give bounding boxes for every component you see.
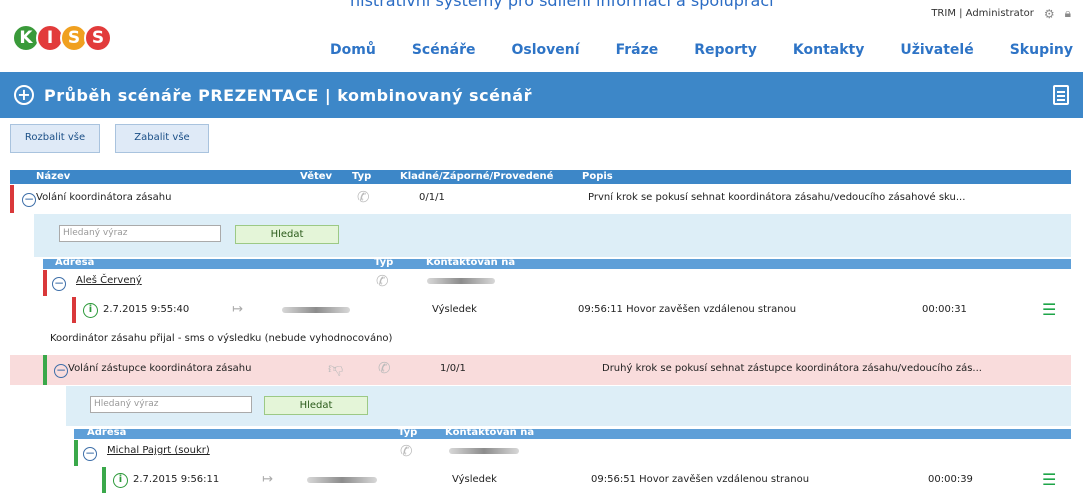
document-icon[interactable] bbox=[1053, 85, 1069, 105]
redirect-icon: ↦ bbox=[262, 472, 273, 487]
result-text: 09:56:51 Hovor zavěšen vzdálenou stranou bbox=[591, 474, 810, 485]
col-stats: Kladné/Záporné/Provedené bbox=[400, 171, 554, 182]
redacted-number bbox=[427, 278, 495, 284]
search-button[interactable]: Hledat bbox=[264, 396, 368, 415]
redacted-number bbox=[282, 307, 350, 313]
contact-name-link[interactable]: Michal Pajgrt (soukr) bbox=[107, 445, 210, 456]
redacted-number bbox=[449, 448, 519, 454]
thumbs-down-icon: 👎︎ bbox=[328, 359, 344, 377]
nav-home[interactable]: Domů bbox=[330, 42, 376, 58]
note-text: Koordinátor zásahu přijal - sms o výsled… bbox=[50, 333, 393, 344]
collapse-icon[interactable]: − bbox=[83, 447, 97, 461]
nav-groups[interactable]: Skupiny bbox=[1010, 42, 1073, 58]
page-title-bar: + Průběh scénáře PREZENTACE | kombinovan… bbox=[0, 72, 1083, 118]
col-type: Typ bbox=[374, 257, 394, 268]
status-bar bbox=[43, 355, 47, 385]
nav-reports[interactable]: Reporty bbox=[694, 42, 757, 58]
top-banner-text: nistrativní systémy pro sdílení informac… bbox=[350, 0, 774, 10]
nav-scenarios[interactable]: Scénáře bbox=[412, 42, 476, 58]
duration: 00:00:39 bbox=[928, 474, 973, 485]
search-input[interactable]: Hledaný výraz bbox=[90, 396, 252, 413]
result-text: 09:56:11 Hovor zavěšen vzdálenou stranou bbox=[578, 304, 797, 315]
expand-all-button[interactable]: Rozbalit vše bbox=[10, 124, 100, 153]
add-icon[interactable]: + bbox=[14, 85, 34, 105]
contact-header: Adresa Typ Kontaktován na bbox=[74, 427, 1071, 439]
status-bar bbox=[43, 270, 47, 296]
col-branch: Větev bbox=[300, 171, 333, 182]
list-icon[interactable]: ☰ bbox=[1042, 470, 1056, 489]
search-panel: Hledaný výraz Hledat bbox=[34, 214, 1071, 257]
logo-letter-s2: S bbox=[84, 24, 112, 52]
list-icon[interactable]: ☰ bbox=[1042, 300, 1056, 319]
result-label: Výsledek bbox=[432, 304, 477, 315]
search-button[interactable]: Hledat bbox=[235, 225, 339, 244]
phone-icon: ✆ bbox=[378, 359, 391, 377]
step-row[interactable]: − Volání koordinátora zásahu ✆ 0/1/1 Prv… bbox=[10, 185, 1071, 213]
attempt-time: 2.7.2015 9:55:40 bbox=[103, 304, 190, 315]
redacted-number bbox=[307, 477, 377, 483]
nav-outreach[interactable]: Oslovení bbox=[512, 42, 580, 58]
col-contacted: Kontaktován na bbox=[426, 257, 516, 268]
page-title: Průběh scénáře PREZENTACE | kombinovaný … bbox=[44, 85, 532, 105]
attempt-row[interactable]: i 2.7.2015 9:55:40 ↦ Výsledek 09:56:11 H… bbox=[72, 297, 1071, 323]
col-address: Adresa bbox=[87, 427, 127, 438]
gear-icon[interactable]: ⚙ bbox=[1044, 7, 1055, 21]
attempt-time: 2.7.2015 9:56:11 bbox=[133, 474, 220, 485]
status-bar bbox=[10, 185, 14, 213]
collapse-icon[interactable]: − bbox=[52, 277, 66, 291]
result-label: Výsledek bbox=[452, 474, 497, 485]
kiss-logo[interactable]: K I S S bbox=[12, 24, 112, 52]
info-icon[interactable]: i bbox=[83, 303, 98, 318]
lock-icon[interactable]: 🔒︎ bbox=[1065, 6, 1071, 21]
collapse-all-button[interactable]: Zabalit vše bbox=[115, 124, 209, 153]
nav-users[interactable]: Uživatelé bbox=[900, 42, 973, 58]
contact-header: Adresa Typ Kontaktován na bbox=[43, 257, 1071, 269]
main-nav: Domů Scénáře Oslovení Fráze Reporty Kont… bbox=[294, 42, 1073, 58]
contact-row[interactable]: − Aleš Červený ✆ bbox=[43, 270, 1071, 296]
result-note: Koordinátor zásahu přijal - sms o výsled… bbox=[10, 326, 1071, 352]
col-type: Typ bbox=[398, 427, 418, 438]
search-panel: Hledaný výraz Hledat bbox=[66, 386, 1071, 426]
status-bar bbox=[72, 297, 76, 323]
user-bar: TRIM | Administrator ⚙ 🔒︎ bbox=[931, 6, 1071, 21]
col-contacted: Kontaktován na bbox=[445, 427, 535, 438]
info-icon[interactable]: i bbox=[113, 473, 128, 488]
col-address: Adresa bbox=[55, 257, 95, 268]
status-bar bbox=[74, 440, 78, 466]
attempt-row[interactable]: i 2.7.2015 9:56:11 ↦ Výsledek 09:56:51 H… bbox=[102, 467, 1071, 493]
nav-phrases[interactable]: Fráze bbox=[616, 42, 659, 58]
col-name: Název bbox=[36, 171, 71, 182]
table-header: Název Větev Typ Kladné/Záporné/Provedené… bbox=[10, 170, 1071, 184]
duration: 00:00:31 bbox=[922, 304, 967, 315]
step-desc: První krok se pokusí sehnat koordinátora… bbox=[588, 192, 966, 203]
step-name: Volání koordinátora zásahu bbox=[36, 192, 172, 203]
col-type: Typ bbox=[352, 171, 372, 182]
step-name: Volání zástupce koordinátora zásahu bbox=[68, 363, 252, 374]
contact-row[interactable]: − Michal Pajgrt (soukr) ✆ bbox=[74, 440, 1071, 466]
phone-icon: ✆ bbox=[357, 188, 370, 206]
step-stats: 0/1/1 bbox=[419, 192, 445, 203]
step-stats: 1/0/1 bbox=[440, 363, 466, 374]
user-label[interactable]: TRIM | Administrator bbox=[931, 8, 1034, 19]
step-desc: Druhý krok se pokusí sehnat zástupce koo… bbox=[602, 363, 982, 374]
collapse-icon[interactable]: − bbox=[54, 364, 68, 378]
collapse-icon[interactable]: − bbox=[22, 193, 36, 207]
phone-icon: ✆ bbox=[400, 442, 413, 460]
step-row[interactable]: − Volání zástupce koordinátora zásahu 👎︎… bbox=[10, 355, 1071, 385]
search-input[interactable]: Hledaný výraz bbox=[59, 225, 221, 242]
redirect-icon: ↦ bbox=[232, 302, 243, 317]
col-desc: Popis bbox=[582, 171, 613, 182]
status-bar bbox=[102, 467, 106, 493]
nav-contacts[interactable]: Kontakty bbox=[793, 42, 864, 58]
phone-icon: ✆ bbox=[376, 272, 389, 290]
contact-name-link[interactable]: Aleš Červený bbox=[76, 275, 142, 286]
